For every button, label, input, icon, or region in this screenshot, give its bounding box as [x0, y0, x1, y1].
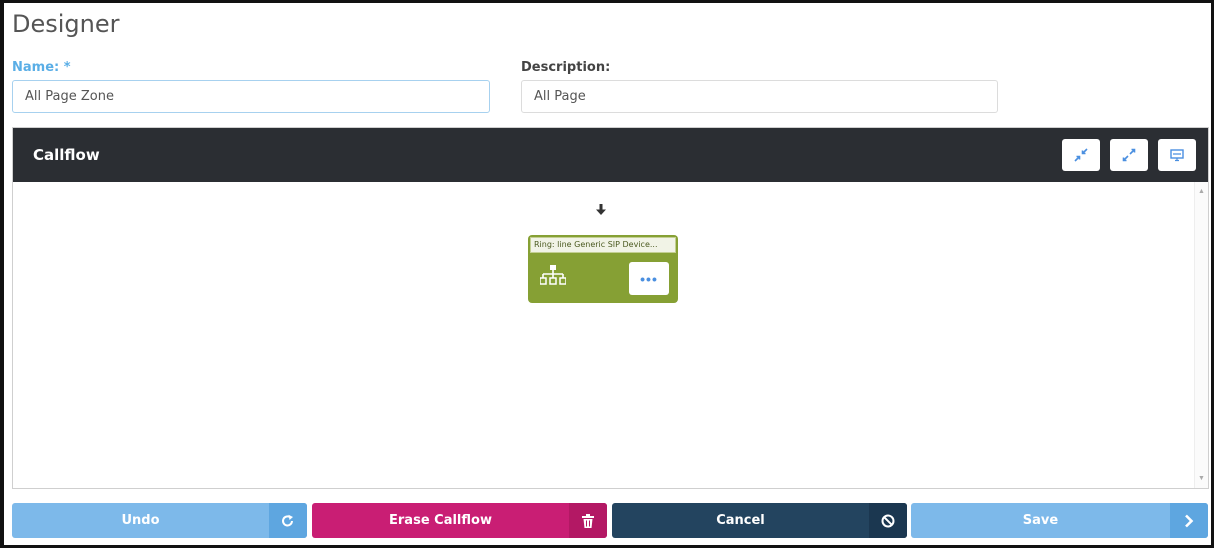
- canvas-scrollbar[interactable]: ▲ ▼: [1194, 182, 1208, 488]
- page-title: Designer: [12, 10, 120, 38]
- trash-icon: [569, 503, 607, 538]
- arrow-down-icon: [596, 204, 606, 215]
- erase-callflow-button[interactable]: Erase Callflow: [312, 503, 607, 538]
- cancel-button[interactable]: Cancel: [612, 503, 907, 538]
- cancel-label: Cancel: [716, 513, 765, 528]
- compress-icon: [1074, 148, 1088, 162]
- callflow-header-buttons: [1062, 139, 1196, 171]
- scroll-up-icon[interactable]: ▲: [1198, 188, 1205, 195]
- monitor-button[interactable]: [1158, 139, 1196, 171]
- callflow-canvas[interactable]: Ring: line Generic SIP Device... ••• ▲ ▼: [13, 182, 1208, 488]
- undo-label: Undo: [121, 513, 160, 528]
- callflow-panel: Callflow Ring: line Generic SIP Device..…: [12, 127, 1209, 489]
- monitor-icon: [1170, 149, 1184, 162]
- save-label: Save: [1022, 513, 1059, 528]
- name-input[interactable]: All Page Zone: [12, 80, 490, 113]
- expand-icon: [1122, 148, 1136, 162]
- description-input[interactable]: All Page: [521, 80, 998, 113]
- compress-button[interactable]: [1062, 139, 1100, 171]
- callflow-node-ring[interactable]: Ring: line Generic SIP Device... •••: [528, 235, 678, 303]
- node-title: Ring: line Generic SIP Device...: [530, 237, 676, 253]
- save-button[interactable]: Save: [911, 503, 1208, 538]
- ban-icon: [869, 503, 907, 538]
- callflow-header: Callflow: [13, 128, 1208, 182]
- expand-button[interactable]: [1110, 139, 1148, 171]
- org-chart-icon: [540, 265, 566, 285]
- description-label: Description:: [521, 60, 611, 75]
- chevron-right-icon: [1170, 503, 1208, 538]
- callflow-title: Callflow: [33, 146, 100, 164]
- redo-arrow-icon: [269, 503, 307, 538]
- name-label: Name: *: [12, 60, 71, 75]
- scroll-down-icon[interactable]: ▼: [1198, 475, 1205, 482]
- erase-callflow-label: Erase Callflow: [389, 513, 492, 528]
- undo-button[interactable]: Undo: [12, 503, 307, 538]
- node-more-button[interactable]: •••: [629, 262, 669, 295]
